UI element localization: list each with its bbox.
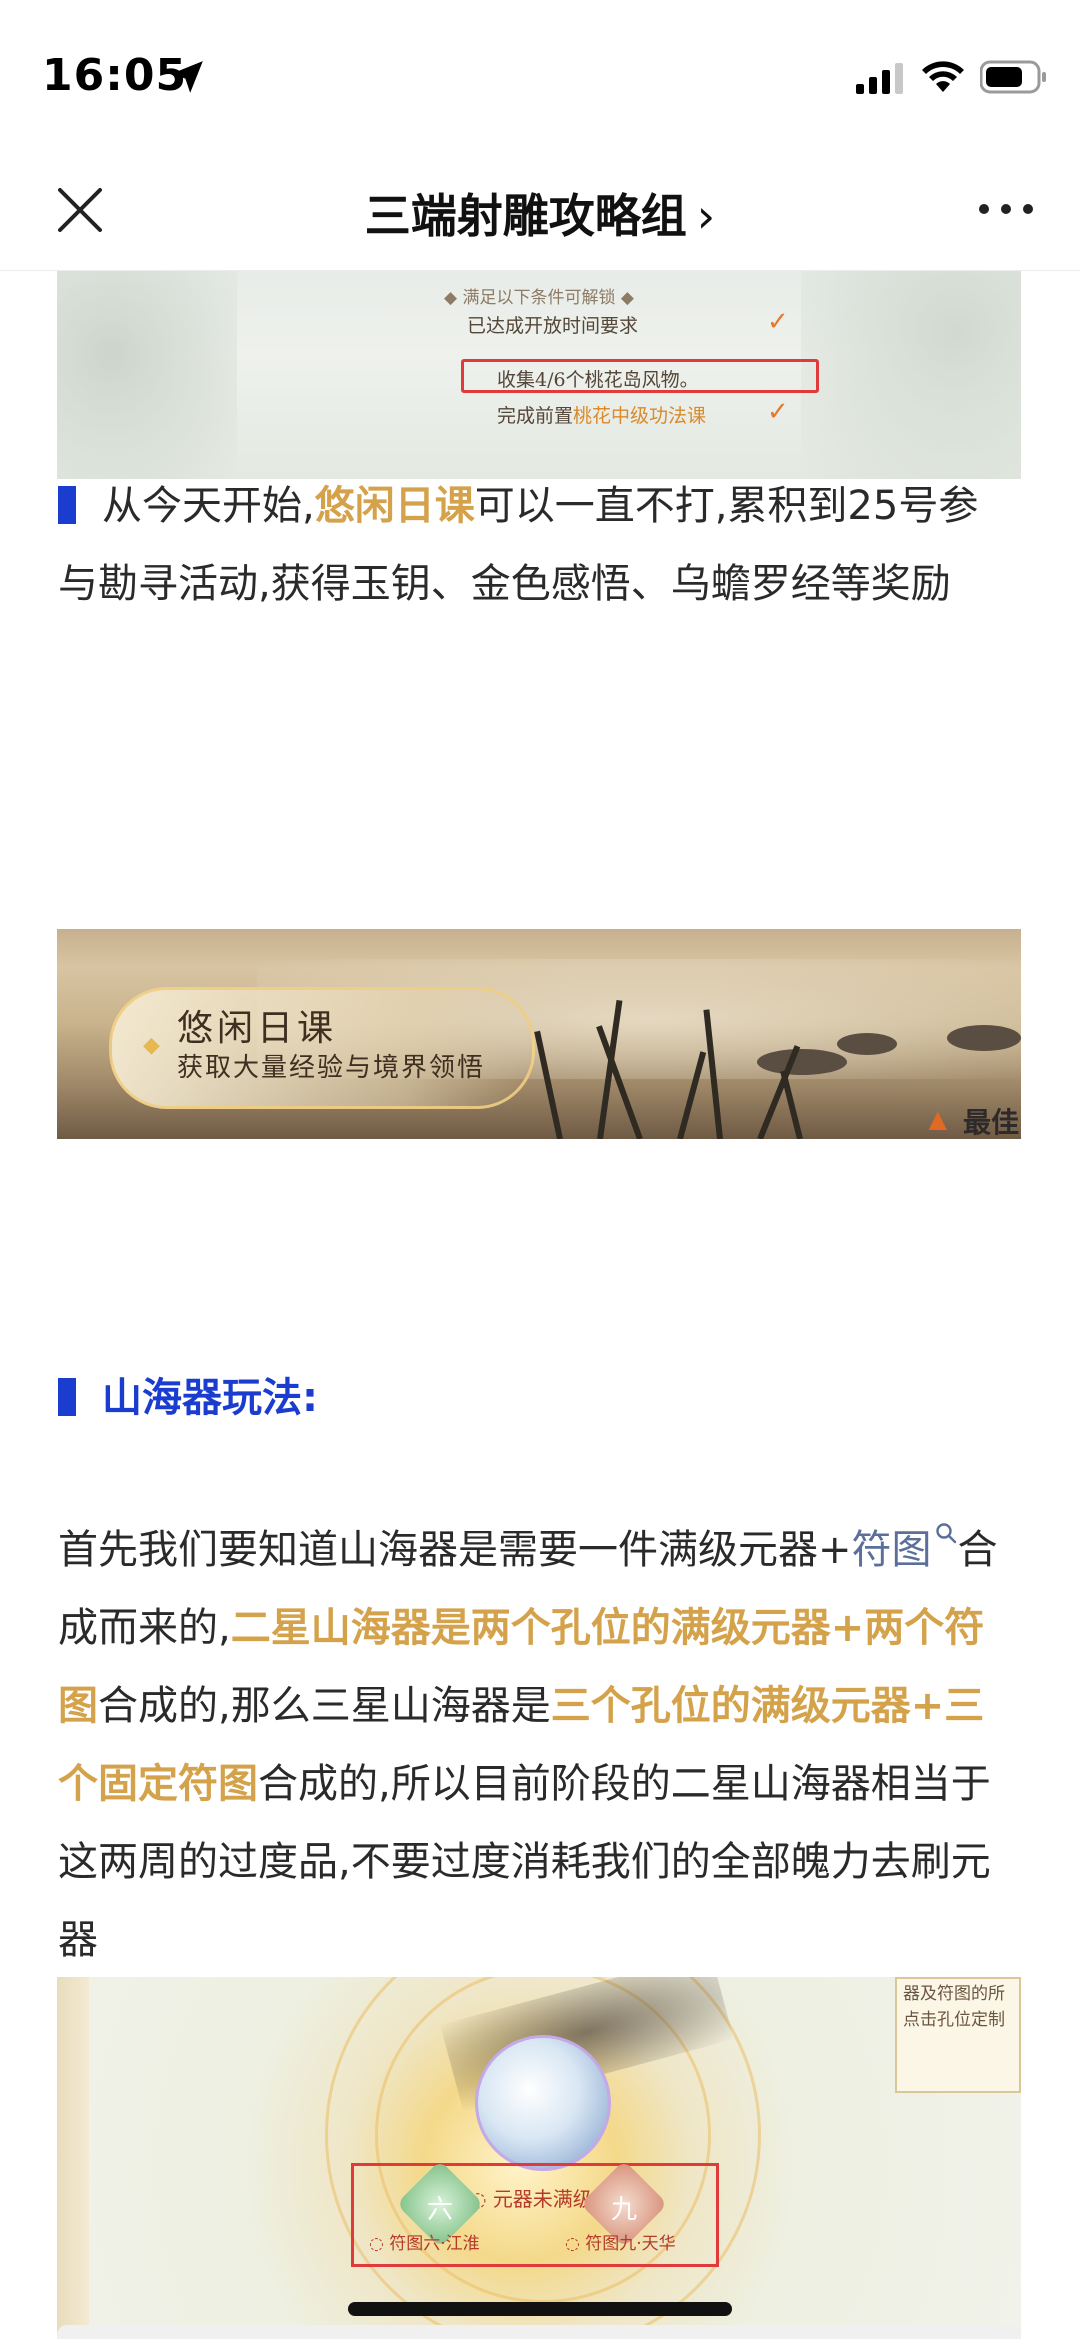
flame-icon: ▲ [928,1105,947,1133]
section-marker [58,1378,76,1416]
wifi-icon [922,61,964,92]
paragraph-leisure-class: 从今天开始,悠闲日课可以一直不打,累积到25号参与勘寻活动,获得玉钥、金色感悟、… [58,483,979,607]
shanhai-gear-image[interactable]: ◌ 元器未满级 六 九 ◌ 符图六·江淮 ◌ 符图九·天华 器及符图的所 点击孔… [57,1977,1021,2339]
status-time: 16:05 [42,50,188,101]
paragraph-shanhai-gear: 首先我们要知道山海器是需要一件满级元器+符图 合成而来的,二星山海器是两个孔位的满… [58,1511,1018,1979]
account-title-link[interactable]: 三端射雕攻略组 › [0,180,1080,246]
more-options-icon[interactable] [974,192,1038,226]
location-arrow-icon [171,61,203,93]
badge-title: 悠闲日课 [177,1008,338,1049]
gem-left-label: ◌ 符图六·江淮 [369,2234,480,2254]
status-bar: 16:05 [0,0,1080,150]
condition-row-3: 完成前置桃花中级功法课 [497,405,707,427]
diamond-icon: ◆ [143,1033,160,1058]
condition-row-1: 已达成开放时间要求 [467,315,639,337]
section-heading: 山海器玩法: [58,1365,318,1423]
account-name: 三端射雕攻略组 [364,189,687,243]
bottom-toolbar-edge [57,2325,1021,2339]
badge-subtitle: 获取大量经验与境界领悟 [177,1053,486,1083]
battery-icon [980,60,1046,94]
gem-right-label: ◌ 符图九·天华 [565,2234,676,2254]
home-indicator[interactable] [348,2302,732,2316]
highlight-box [461,359,819,393]
search-icon[interactable] [934,1521,958,1545]
leisure-class-image[interactable]: ◆ 悠闲日课 获取大量经验与境界领悟 ▲ 最佳 [57,929,1021,1139]
fu-tu-link[interactable]: 符图 [852,1527,932,1573]
section-marker [58,486,76,524]
best-label: 最佳 [962,1106,1019,1139]
checkmark-icon: ✓ [767,397,789,427]
conditions-heading: ◆ 满足以下条件可解锁 ◆ [444,288,634,308]
cellular-signal-icon [856,63,903,94]
gear-orb [475,2035,611,2171]
unlock-conditions-image[interactable]: ◆ 满足以下条件可解锁 ◆ 已达成开放时间要求 ✓ 收集4/6个桃花岛风物。 完… [57,271,1021,479]
instruction-note: 器及符图的所 点击孔位定制 [895,1977,1021,2093]
article-body: ◆ 满足以下条件可解锁 ◆ 已达成开放时间要求 ✓ 收集4/6个桃花岛风物。 完… [0,271,1080,2339]
chevron-right-icon: › [696,189,716,243]
nav-bar: 三端射雕攻略组 › [0,150,1080,271]
checkmark-icon: ✓ [767,307,789,337]
